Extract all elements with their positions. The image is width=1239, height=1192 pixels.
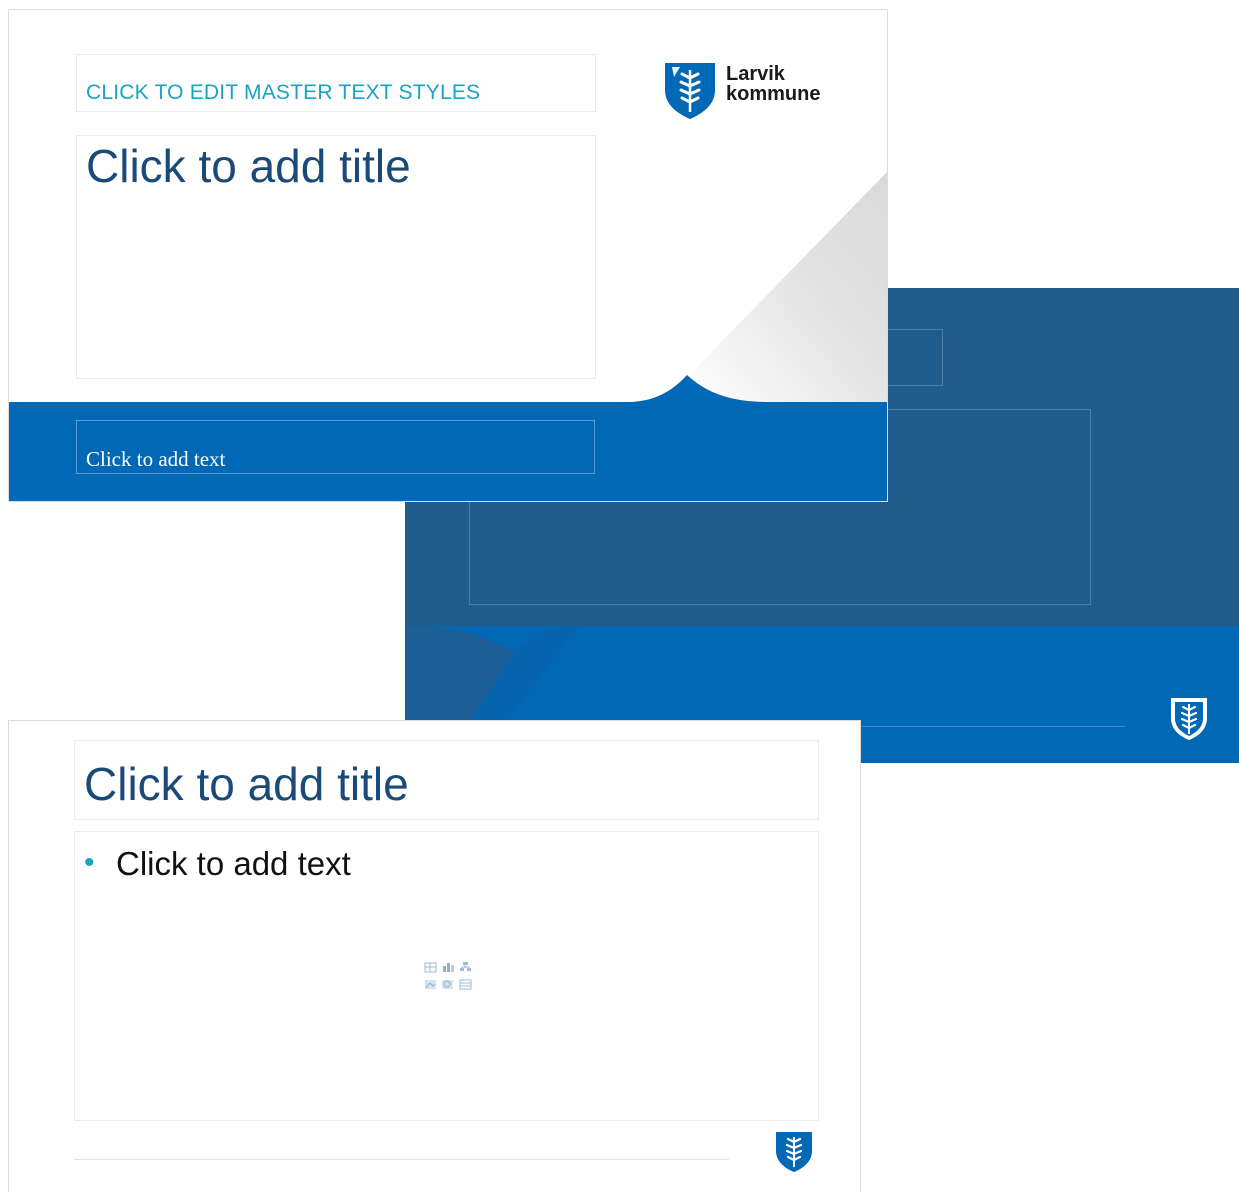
online-picture-icon[interactable] [442, 980, 453, 989]
picture-icon[interactable] [425, 980, 436, 989]
text-placeholder-text: Click to add text [86, 447, 226, 471]
larvik-shield-icon [1171, 698, 1207, 740]
title-text: Click to add title [84, 758, 409, 810]
video-icon[interactable] [459, 979, 472, 990]
larvik-shield-icon [776, 1132, 812, 1172]
bullet-point: • [84, 846, 95, 879]
larvik-shield-logo-icon [665, 63, 715, 119]
content-footer-line [74, 1159, 729, 1160]
chart-icon[interactable] [443, 963, 454, 972]
subtitle-placeholder[interactable]: CLICK TO EDIT MASTER TEXT STYLES [76, 54, 596, 112]
table-icon[interactable] [424, 962, 437, 973]
title-slide-thumbnail[interactable]: CLICK TO EDIT MASTER TEXT STYLES Click t… [9, 10, 887, 501]
title-placeholder[interactable]: Click to add title [74, 740, 819, 820]
content-text: Click to add text [116, 845, 351, 882]
content-placeholder[interactable]: • Click to add text [74, 831, 819, 1121]
subtitle-text: CLICK TO EDIT MASTER TEXT STYLES [86, 81, 481, 104]
smartart-icon[interactable] [460, 962, 471, 971]
text-placeholder[interactable]: Click to add text [76, 420, 595, 474]
logo-word-kommune: kommune [726, 83, 821, 105]
title-placeholder[interactable]: Click to add title [76, 135, 596, 379]
content-slide-thumbnail[interactable]: Click to add title • Click to add text [9, 721, 860, 1192]
larvik-kommune-logo: Larvik kommune [664, 62, 844, 122]
title-text: Click to add title [86, 140, 411, 192]
insert-content-icons [423, 960, 473, 994]
